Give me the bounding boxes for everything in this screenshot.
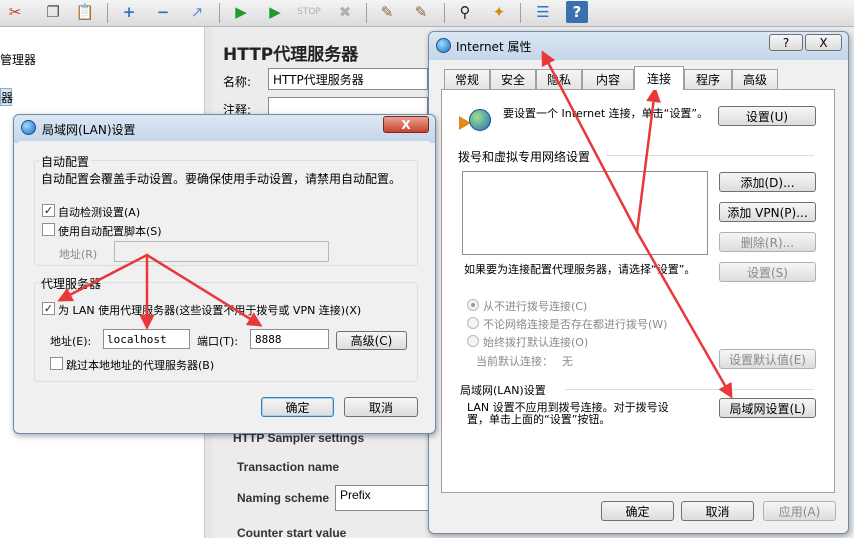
arrow-to-port	[145, 253, 263, 327]
tab-connections[interactable]: 连接	[634, 66, 684, 90]
arrow-to-connections-tab	[635, 87, 661, 234]
arrow-to-lan-button	[635, 230, 733, 399]
arrow-to-title	[541, 50, 639, 234]
annotation-arrows	[57, 50, 733, 399]
arrow-to-proxy-checkbox	[57, 253, 149, 302]
